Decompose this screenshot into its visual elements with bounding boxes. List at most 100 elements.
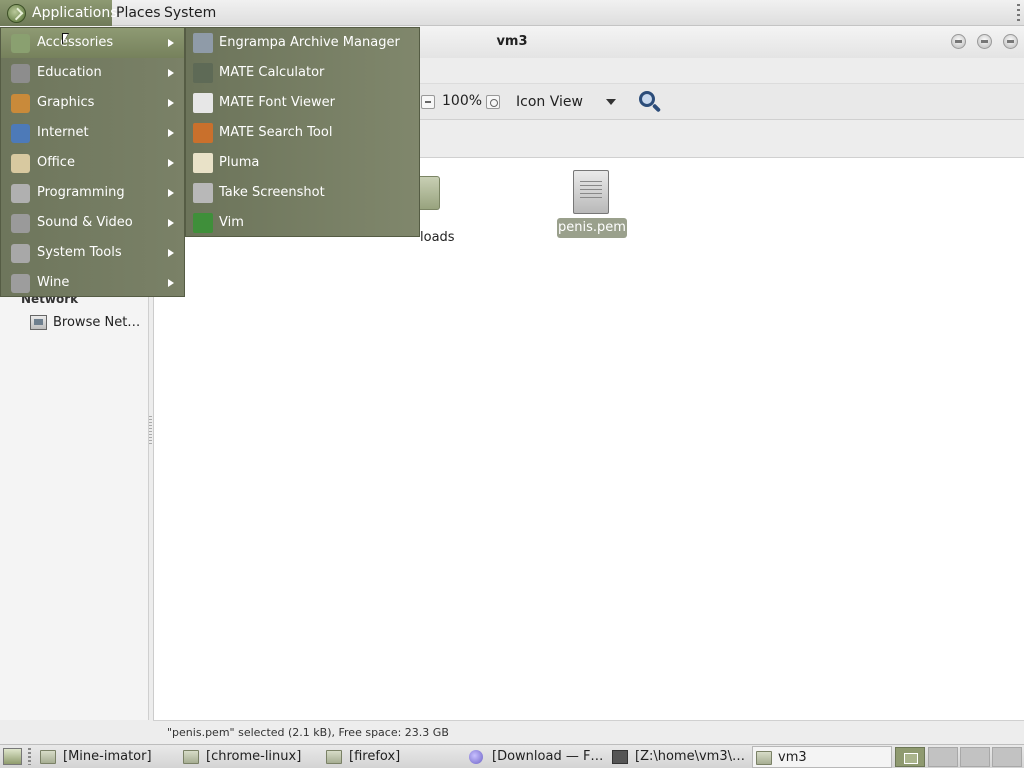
panel-separator [28, 748, 31, 765]
globe-icon [11, 124, 30, 143]
archive-icon [193, 33, 213, 53]
task-button-wine-terminal[interactable]: [Z:\home\vm3\… [612, 746, 748, 768]
menu-item-label: Sound & Video [37, 215, 133, 230]
menu-item-programming[interactable]: Programming [1, 178, 184, 208]
chevron-right-icon [168, 189, 174, 197]
icon-view[interactable]: loads penis.pem [153, 158, 1024, 720]
menu-item-label: MATE Calculator [219, 65, 325, 80]
firefox-icon [469, 750, 483, 764]
applications-menu-button[interactable]: Applications [0, 0, 118, 26]
menu-item-label: Programming [37, 185, 125, 200]
menu-item-graphics[interactable]: Graphics [1, 88, 184, 118]
minimize-button[interactable] [951, 34, 966, 49]
menu-item-engrampa[interactable]: Engrampa Archive Manager [186, 28, 419, 58]
task-button-firefox-folder[interactable]: [firefox] [326, 746, 462, 768]
folder-icon [183, 750, 199, 764]
task-label: [Z:\home\vm3\… [635, 749, 745, 764]
task-label: [chrome-linux] [206, 749, 302, 764]
folder-icon [756, 751, 772, 765]
screenshot-icon [193, 183, 213, 203]
mate-logo-icon [7, 4, 26, 23]
menu-item-education[interactable]: Education [1, 58, 184, 88]
task-label: [Download — F… [492, 749, 604, 764]
zoom-out-button[interactable] [421, 95, 435, 109]
sidebar-resize-handle[interactable] [149, 416, 152, 446]
search-tool-icon [193, 123, 213, 143]
network-icon [30, 315, 47, 330]
menu-item-label: MATE Search Tool [219, 125, 333, 140]
menu-item-calculator[interactable]: MATE Calculator [186, 58, 419, 88]
menu-item-internet[interactable]: Internet [1, 118, 184, 148]
menu-item-label: Engrampa Archive Manager [219, 35, 400, 50]
status-text: "penis.pem" selected (2.1 kB), Free spac… [167, 726, 449, 739]
menu-item-screenshot[interactable]: Take Screenshot [186, 178, 419, 208]
task-button-vm3[interactable]: vm3 [752, 746, 892, 768]
top-panel: Applications Places System [0, 0, 1024, 26]
accessories-icon [11, 34, 30, 53]
sidebar-item-label: Browse Net… [53, 315, 141, 330]
close-button[interactable] [1003, 34, 1018, 49]
chevron-right-icon [168, 39, 174, 47]
menu-item-system-tools[interactable]: System Tools [1, 238, 184, 268]
menu-item-label: Accessories [37, 35, 114, 50]
bottom-panel: [Mine-imator] [chrome-linux] [firefox] [… [0, 744, 1024, 768]
workspace-1-active[interactable] [895, 747, 925, 767]
workspace-3[interactable] [960, 747, 990, 767]
menu-item-font-viewer[interactable]: MATE Font Viewer [186, 88, 419, 118]
menu-item-sound-video[interactable]: Sound & Video [1, 208, 184, 238]
task-button-mine-imator[interactable]: [Mine-imator] [40, 746, 176, 768]
calculator-icon [193, 63, 213, 83]
system-menu-button[interactable]: System [159, 0, 221, 26]
maximize-button[interactable] [977, 34, 992, 49]
search-button[interactable] [637, 89, 663, 115]
chevron-right-icon [168, 69, 174, 77]
task-button-firefox-download[interactable]: [Download — F… [469, 746, 605, 768]
font-viewer-icon [193, 93, 213, 113]
menu-item-label: Wine [37, 275, 70, 290]
places-menu-button[interactable]: Places [111, 0, 166, 26]
file-item-selected[interactable]: penis.pem [556, 170, 628, 242]
view-mode-select[interactable]: Icon View [510, 89, 622, 115]
menu-item-label: Education [37, 65, 102, 80]
menu-item-vim[interactable]: Vim [186, 208, 419, 238]
menu-item-office[interactable]: Office [1, 148, 184, 178]
document-icon [573, 170, 609, 214]
menu-item-pluma[interactable]: Pluma [186, 148, 419, 178]
menu-item-label: Take Screenshot [219, 185, 325, 200]
chevron-right-icon [168, 219, 174, 227]
task-label: vm3 [778, 750, 807, 765]
menu-item-label: Internet [37, 125, 89, 140]
wine-icon [11, 274, 30, 293]
chevron-right-icon [168, 279, 174, 287]
panel-handle-icon[interactable] [1017, 4, 1020, 22]
chevron-down-icon [606, 99, 616, 105]
zoom-in-button[interactable] [486, 95, 500, 109]
mouse-cursor-icon [62, 33, 69, 45]
show-desktop-button[interactable] [3, 748, 22, 765]
menu-item-label: MATE Font Viewer [219, 95, 336, 110]
menu-item-label: Office [37, 155, 75, 170]
menu-item-label: System Tools [37, 245, 122, 260]
text-editor-icon [193, 153, 213, 173]
menu-item-accessories[interactable]: Accessories [1, 28, 184, 58]
menu-item-wine[interactable]: Wine [1, 268, 184, 298]
sidebar-item-browse-network[interactable]: Browse Net… [30, 314, 145, 334]
menu-item-label: Graphics [37, 95, 95, 110]
chevron-right-icon [168, 129, 174, 137]
task-button-chrome-linux[interactable]: [chrome-linux] [183, 746, 319, 768]
file-item[interactable]: loads [416, 172, 476, 245]
applications-menu: Accessories Education Graphics Internet … [0, 27, 185, 297]
workspace-4[interactable] [992, 747, 1022, 767]
system-tools-icon [11, 244, 30, 263]
chevron-right-icon [168, 99, 174, 107]
status-bar: "penis.pem" selected (2.1 kB), Free spac… [153, 720, 1024, 744]
file-name: penis.pem [557, 218, 627, 238]
menu-item-label: Vim [219, 215, 244, 230]
menu-item-label: Pluma [219, 155, 260, 170]
vim-icon [193, 213, 213, 233]
view-mode-label: Icon View [516, 94, 583, 110]
workspace-2[interactable] [928, 747, 958, 767]
menu-item-search-tool[interactable]: MATE Search Tool [186, 118, 419, 148]
folder-icon [326, 750, 342, 764]
graphics-icon [11, 94, 30, 113]
